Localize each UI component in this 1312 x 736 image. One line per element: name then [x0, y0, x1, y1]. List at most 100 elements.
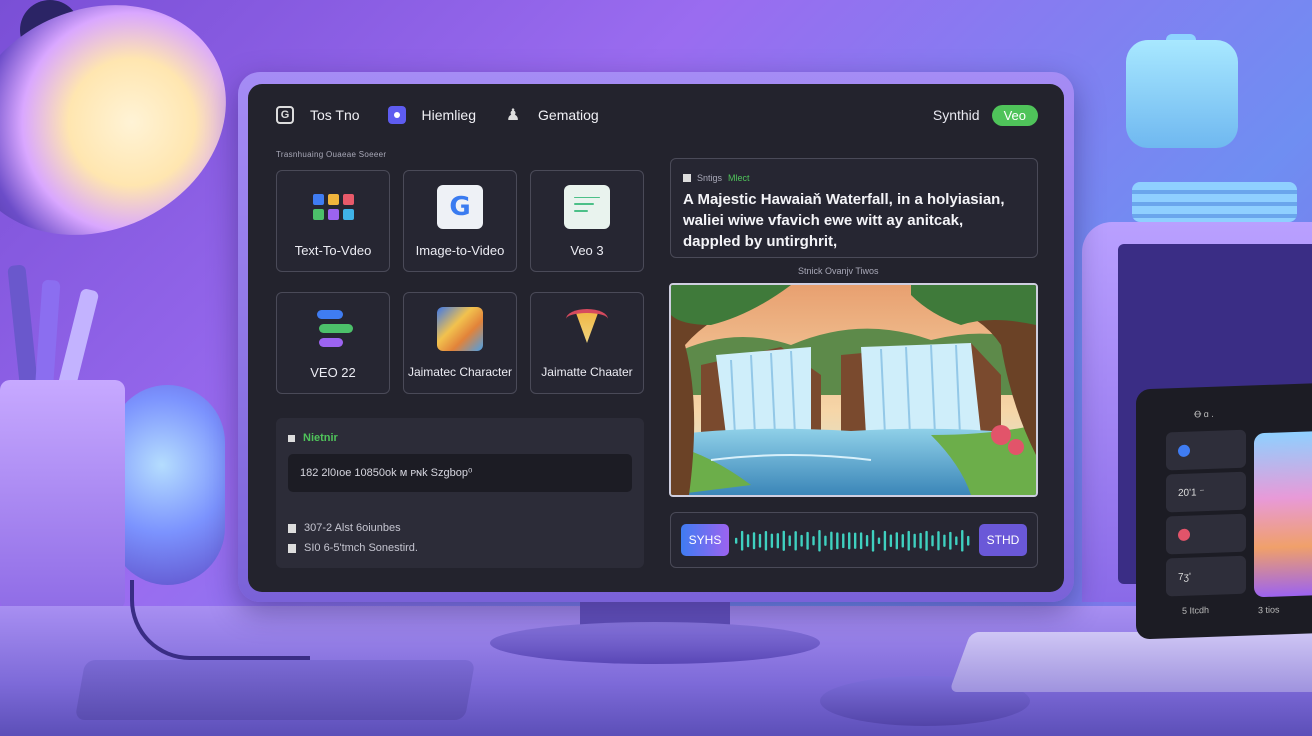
wave-bar	[967, 535, 970, 546]
prompt-header-accent[interactable]: Mlect	[728, 173, 750, 183]
wave-bar	[871, 529, 875, 552]
wave-bar	[782, 530, 785, 551]
laptop-row[interactable]	[1166, 429, 1246, 471]
wave-bar	[889, 534, 893, 548]
top-nav-bar: G Tos Tno Hiemlieg ♟ Gematiog Synthid Ve…	[276, 104, 1038, 126]
nav-item-gematiog[interactable]: ♟ Gematiog	[504, 106, 599, 124]
wave-bar	[842, 533, 845, 549]
wave-bar	[794, 531, 797, 551]
panel-title: Nietnir	[288, 432, 338, 444]
veo-badge[interactable]: Veo	[991, 104, 1038, 126]
nav-item-hiemlieg[interactable]: Hiemlieg	[387, 106, 477, 124]
prompt-text: A Majestic Hawaiaň Waterfall, in a holyi…	[683, 191, 1005, 250]
pencil-cup	[0, 380, 125, 610]
wave-bar	[818, 530, 821, 552]
wave-bar	[806, 531, 809, 550]
preview-label: Stnick Ovanjv Tiwos	[798, 266, 879, 276]
wave-bar	[895, 532, 899, 550]
nav-item-tos-tno[interactable]: G Tos Tno	[276, 106, 360, 124]
laptop-header: Ꝋ ɑ .	[1194, 408, 1214, 420]
tile-character-2[interactable]: Jaimatte Chaater	[530, 292, 644, 394]
wave-bar	[937, 531, 940, 551]
tablet-device	[74, 660, 476, 720]
square-icon	[288, 434, 295, 442]
wave-bar	[883, 530, 887, 551]
g-logo-icon: G	[437, 184, 483, 229]
wave-bar	[734, 537, 738, 544]
prompt-header-text: Sntigs	[697, 173, 723, 183]
tile-text-to-video[interactable]: Text-To-Vdeo	[276, 170, 390, 272]
wave-bar	[758, 533, 762, 548]
panel-line-text: 307-2 Alst 6oiunbes	[304, 522, 401, 534]
wave-bar	[812, 536, 815, 546]
nav-label: Hiemlieg	[421, 107, 477, 123]
laptop-row[interactable]: 20ʹ1 ⁻	[1166, 471, 1246, 513]
app-box-icon: G	[276, 106, 294, 124]
wave-bar	[770, 533, 774, 548]
prompt-header: Sntigs Mlect	[683, 173, 750, 183]
wave-bar	[746, 534, 750, 548]
doc-icon	[683, 174, 691, 182]
wave-bar	[865, 535, 869, 547]
dot-icon	[1178, 444, 1190, 458]
settings-input[interactable]: 182 2l0ıoe 10850ok ᴍ ᴘɴk Szgbop⁰	[288, 454, 632, 492]
pencil	[7, 264, 39, 396]
nav-label: Gematiog	[538, 107, 599, 123]
dot-icon	[1178, 528, 1190, 542]
glass-jar	[1126, 40, 1238, 148]
tile-character[interactable]: Jaimatec Character	[403, 292, 517, 394]
wave-bar	[830, 531, 833, 550]
panel-line: 307-2 Alst 6oiunbes	[288, 522, 401, 534]
person-icon: ♟	[505, 107, 521, 124]
wave-bar	[913, 533, 916, 548]
tile-image-to-video[interactable]: G Image-to-Video	[403, 170, 517, 272]
laptop-footer-left: 5 Itcdh	[1182, 604, 1210, 616]
tools-section-label: Trasnhuaing Ouaeae Soeeer	[276, 150, 387, 159]
tile-label: Text-To-Vdeo	[294, 242, 372, 258]
wave-bar	[764, 531, 768, 551]
stacked-plates	[1132, 182, 1297, 222]
laptop-footer-right: 3 tios	[1258, 604, 1280, 616]
tile-label: Jaimatec Character	[407, 365, 513, 379]
wave-bar	[752, 532, 756, 550]
tile-label: Veo 3	[570, 242, 604, 258]
wave-bar	[836, 532, 839, 550]
desk-globe	[110, 385, 225, 585]
grid-icon	[310, 185, 356, 229]
brand-area: Synthid Veo	[933, 104, 1038, 126]
wave-bar	[859, 532, 863, 550]
tile-label: Jaimatte Chaater	[541, 365, 633, 379]
panel-line: SI0 6-5'tmch Sonestird.	[288, 542, 418, 554]
tile-veo-3[interactable]: Veo 3	[530, 170, 644, 272]
video-preview[interactable]	[669, 283, 1038, 497]
laptop-screen: Ꝋ ɑ . 20ʹ1 ⁻ 7ʒ' 5 Itcdh 3 tios	[1136, 382, 1312, 640]
laptop-row[interactable]: 7ʒ'	[1166, 555, 1246, 597]
wave-bar	[955, 536, 958, 546]
character-icon	[437, 307, 483, 351]
tile-label: VEO 22	[310, 364, 356, 380]
wave-bar	[901, 534, 904, 548]
wave-bar	[931, 535, 934, 547]
settings-panel: Nietnir 182 2l0ıoe 10850ok ᴍ ᴘɴk Szgbop⁰…	[276, 418, 644, 568]
note-icon	[564, 184, 610, 229]
wave-bar	[776, 533, 780, 549]
audio-left-button[interactable]: SYHS	[681, 524, 729, 556]
wave-bar	[919, 532, 922, 549]
character-face-icon	[564, 307, 610, 351]
wave-bar	[740, 530, 744, 551]
wave-bar	[800, 534, 803, 547]
app-screen: G Tos Tno Hiemlieg ♟ Gematiog Synthid Ve…	[248, 84, 1064, 592]
wave-bar	[961, 529, 964, 552]
veo2-icon	[310, 307, 356, 351]
prompt-input[interactable]: Sntigs Mlect A Majestic Hawaiaň Waterfal…	[670, 158, 1038, 258]
wave-bar	[853, 532, 857, 549]
nav-label: Tos Tno	[310, 107, 360, 123]
tile-label: Image-to-Video	[415, 242, 505, 258]
wave-bar	[877, 537, 881, 544]
audio-waveform	[734, 529, 970, 552]
laptop-row[interactable]	[1166, 513, 1246, 555]
tile-veo-22[interactable]: VEO 22	[276, 292, 390, 394]
wave-bar	[788, 535, 791, 547]
audio-right-button[interactable]: STHD	[979, 524, 1027, 556]
purple-dot-icon	[387, 106, 406, 124]
